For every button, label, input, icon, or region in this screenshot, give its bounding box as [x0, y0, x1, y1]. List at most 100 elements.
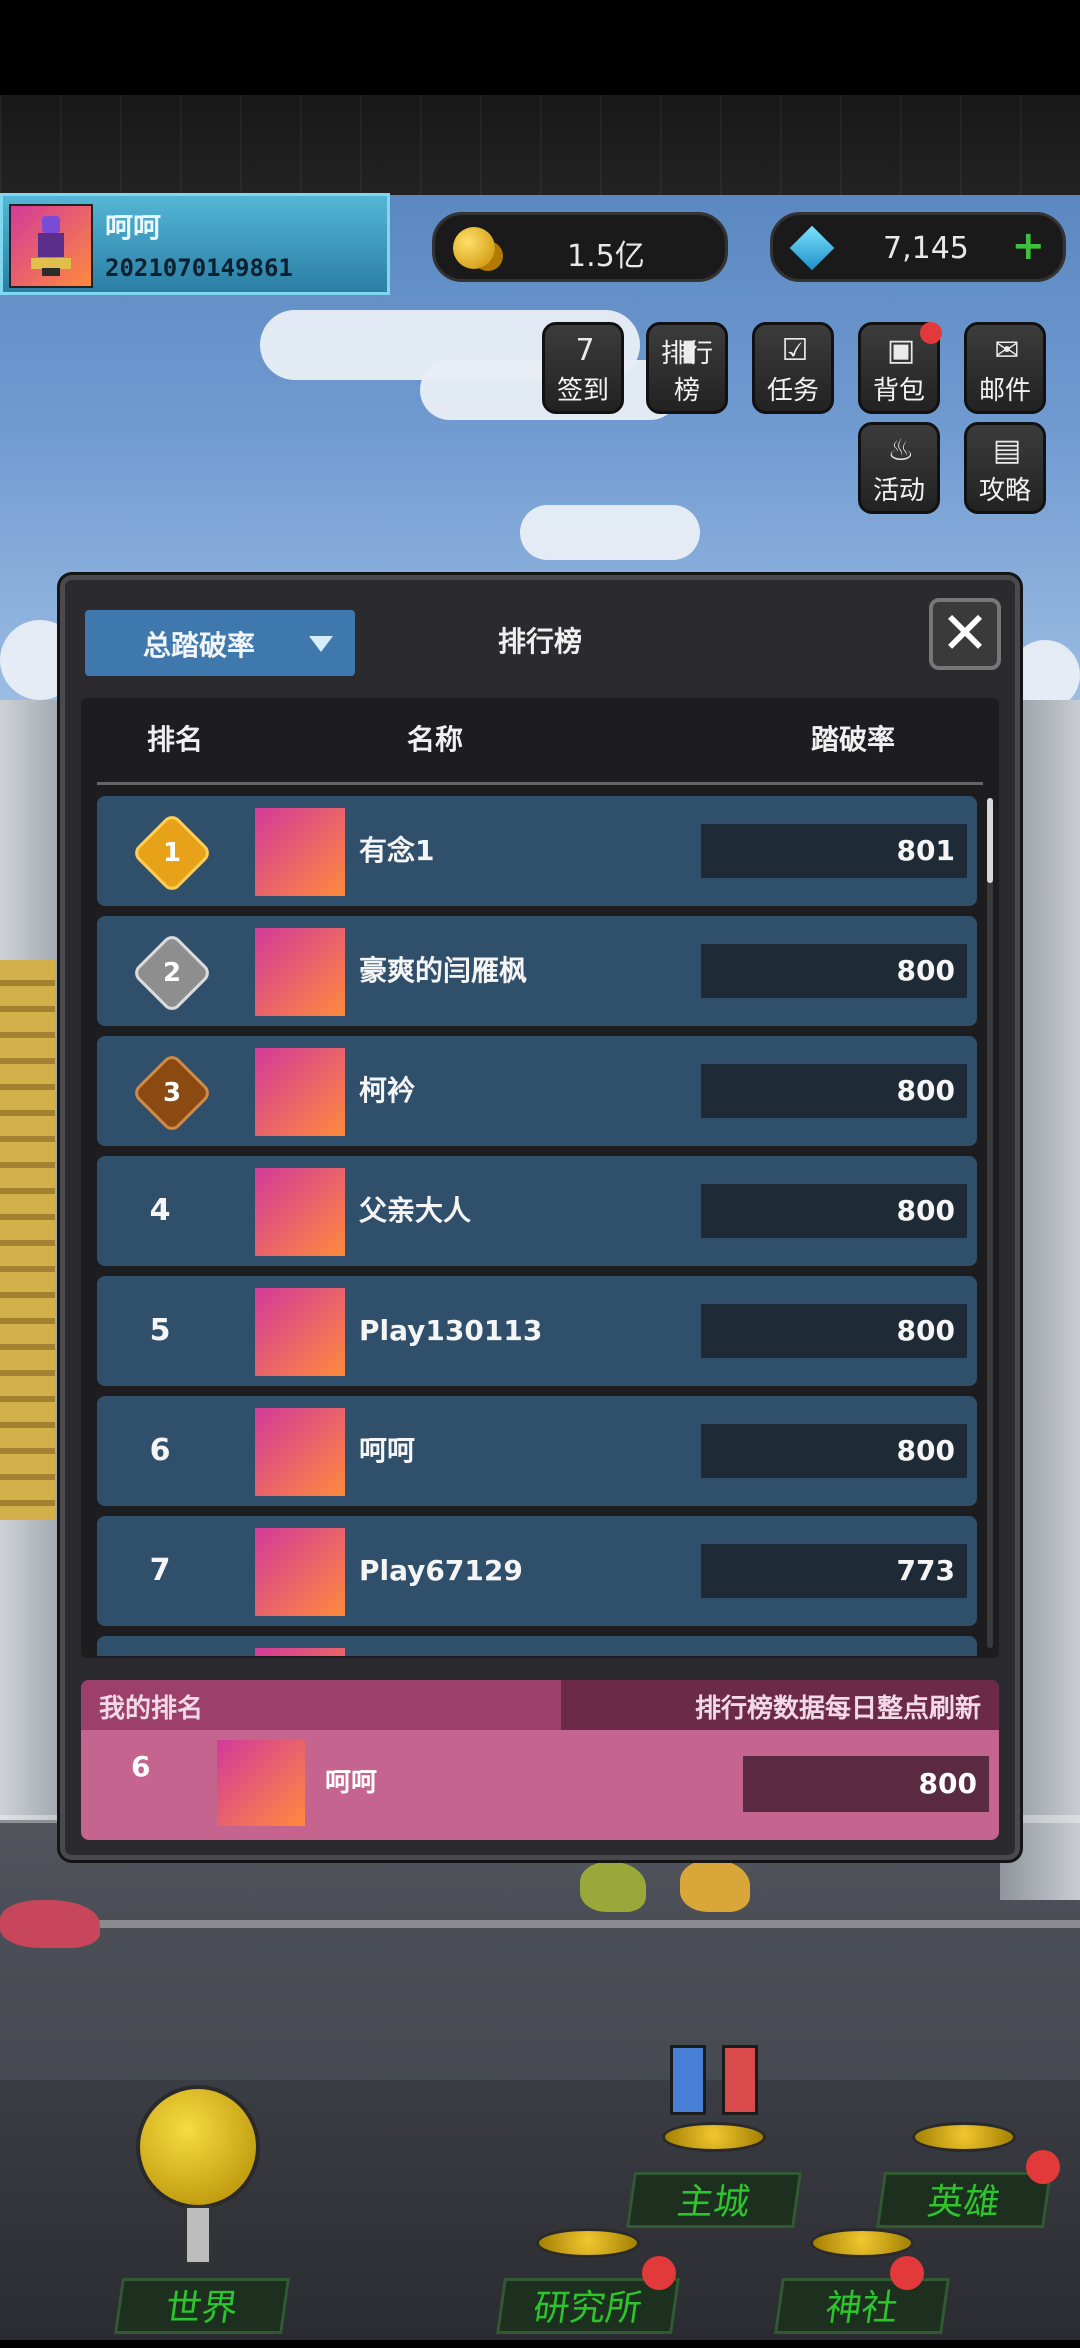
player-name: 呵呵	[359, 1434, 416, 1467]
hero-figure	[670, 2045, 706, 2115]
nav-heroes-button[interactable]: 英雄	[876, 2122, 1052, 2242]
nav-research-button[interactable]: 研究所	[496, 2228, 680, 2348]
nav-world-label: 世界	[114, 2278, 290, 2334]
player-avatar[interactable]	[255, 1288, 345, 1376]
rank-number: 5	[149, 1313, 171, 1348]
tasks-button[interactable]: ☑ 任务	[752, 322, 834, 414]
checkin-label: 签到	[556, 376, 609, 406]
player-avatar[interactable]	[9, 204, 93, 288]
player-avatar[interactable]	[255, 808, 345, 896]
table-row[interactable]: 4 父亲大人 800	[97, 1156, 977, 1266]
column-header-rank: 排名	[147, 723, 204, 756]
pet-green[interactable]	[580, 1862, 646, 1912]
guide-button[interactable]: ▤ 攻略	[964, 422, 1046, 514]
leaderboard-list[interactable]: 排名 名称 踏破率 1 有念1 801 2 豪爽的闫雁枫 800 3 柯衿 80…	[81, 698, 999, 1658]
mail-icon: ✉	[994, 333, 1020, 368]
nav-pad-icon	[662, 2122, 766, 2152]
my-avatar[interactable]	[217, 1740, 305, 1826]
events-label: 活动	[872, 476, 925, 506]
gem-icon	[789, 225, 835, 271]
pet-red[interactable]	[0, 1900, 100, 1948]
player-avatar[interactable]	[255, 1168, 345, 1256]
table-row[interactable]: 5 Play130113 800	[97, 1276, 977, 1386]
table-row[interactable]: 8 阳光 799	[97, 1636, 977, 1656]
score-box: 800	[701, 1064, 967, 1118]
book-icon: ▤	[992, 433, 1022, 468]
silver-medal-icon: 2	[130, 931, 214, 1015]
table-row[interactable]: 7 Play67129 773	[97, 1516, 977, 1626]
table-row[interactable]: 2 豪爽的闫雁枫 800	[97, 916, 977, 1026]
status-bar	[0, 0, 1080, 95]
scrollbar-thumb[interactable]	[987, 798, 993, 883]
joystick-stick	[184, 2205, 212, 2265]
avatar-character-icon	[29, 215, 74, 277]
nav-pad-icon	[810, 2228, 914, 2258]
refresh-note: 排行榜数据每日整点刷新	[694, 1694, 981, 1724]
player-avatar[interactable]	[255, 1528, 345, 1616]
table-row[interactable]: 6 呵呵 800	[97, 1396, 977, 1506]
score-box: 800	[701, 1184, 967, 1238]
score-value: 800	[896, 954, 955, 987]
rank-number: 4	[149, 1193, 171, 1228]
hero-figure	[722, 2045, 758, 2115]
add-gems-button[interactable]: +	[1011, 223, 1045, 269]
score-box: 800	[701, 1304, 967, 1358]
close-icon: ✕	[940, 599, 990, 667]
score-box: 773	[701, 1544, 967, 1598]
score-value: 800	[896, 1194, 955, 1227]
joystick-knob[interactable]	[136, 2085, 260, 2209]
gold-medal-icon: 1	[130, 811, 214, 895]
tech-border	[0, 95, 1080, 195]
player-avatar[interactable]	[255, 1048, 345, 1136]
player-id: 2021070149861	[105, 254, 293, 282]
close-button[interactable]: ✕	[929, 598, 1001, 670]
nav-shrine-button[interactable]: 神社	[774, 2228, 950, 2348]
table-row[interactable]: 3 柯衿 800	[97, 1036, 977, 1146]
player-name: 阳光	[359, 1636, 415, 1656]
checkin-button[interactable]: 7 签到	[542, 322, 624, 414]
backpack-label: 背包	[872, 376, 925, 406]
gem-value: 7,145	[883, 231, 969, 266]
table-row[interactable]: 1 有念1 801	[97, 796, 977, 906]
nav-world-button[interactable]: 世界	[114, 2278, 290, 2348]
nav-main-city-label: 主城	[626, 2172, 802, 2228]
gold-counter[interactable]: 1.5亿	[432, 212, 728, 282]
column-header-name: 名称	[407, 723, 464, 756]
bronze-medal-icon: 3	[130, 1051, 214, 1135]
heroes-notification-dot	[1026, 2150, 1060, 2184]
mail-label: 邮件	[978, 376, 1031, 406]
header-divider	[97, 782, 983, 785]
nav-heroes-label: 英雄	[876, 2172, 1052, 2228]
leaderboard-rows[interactable]: 1 有念1 801 2 豪爽的闫雁枫 800 3 柯衿 800 4 父亲大人 8…	[97, 796, 977, 1656]
leaderboard-panel: 总踏破率 排行榜 ✕ 排名 名称 踏破率 1 有念1 801 2 豪爽的闫雁枫 …	[60, 575, 1020, 1860]
gem-counter[interactable]: 7,145 +	[770, 212, 1066, 282]
cloud	[520, 505, 700, 560]
player-profile-card[interactable]: 呵呵 2021070149861	[0, 193, 390, 295]
leaderboard-button[interactable]: ▮ 排行榜	[646, 322, 728, 414]
column-header-score: 踏破率	[811, 723, 896, 756]
player-avatar[interactable]	[255, 1648, 345, 1656]
my-rank-card[interactable]: 我的排名 排行榜数据每日整点刷新 6 呵呵 800	[81, 1680, 999, 1840]
score-value: 800	[896, 1074, 955, 1107]
score-box: 800	[701, 944, 967, 998]
checklist-icon: ☑	[781, 333, 809, 368]
panel-title: 排行榜	[497, 625, 582, 658]
pet-yellow[interactable]	[680, 1860, 750, 1912]
my-score-value: 800	[918, 1767, 977, 1800]
rank-number: 6	[149, 1433, 171, 1468]
fire-icon: ♨	[887, 433, 915, 468]
score-value: 773	[896, 1554, 955, 1587]
nav-main-city-button[interactable]: 主城	[626, 2122, 802, 2242]
gold-value: 1.5亿	[567, 239, 645, 274]
guide-label: 攻略	[978, 476, 1031, 506]
mail-button[interactable]: ✉ 邮件	[964, 322, 1046, 414]
score-box: 801	[701, 824, 967, 878]
rank-number: 8	[125, 1636, 195, 1656]
player-avatar[interactable]	[255, 928, 345, 1016]
my-rank-number: 6	[131, 1750, 151, 1783]
shrine-notification-dot	[890, 2256, 924, 2290]
backpack-icon: ▣	[886, 333, 916, 368]
scrollbar-track[interactable]	[987, 798, 993, 1648]
events-button[interactable]: ♨ 活动	[858, 422, 940, 514]
player-avatar[interactable]	[255, 1408, 345, 1496]
